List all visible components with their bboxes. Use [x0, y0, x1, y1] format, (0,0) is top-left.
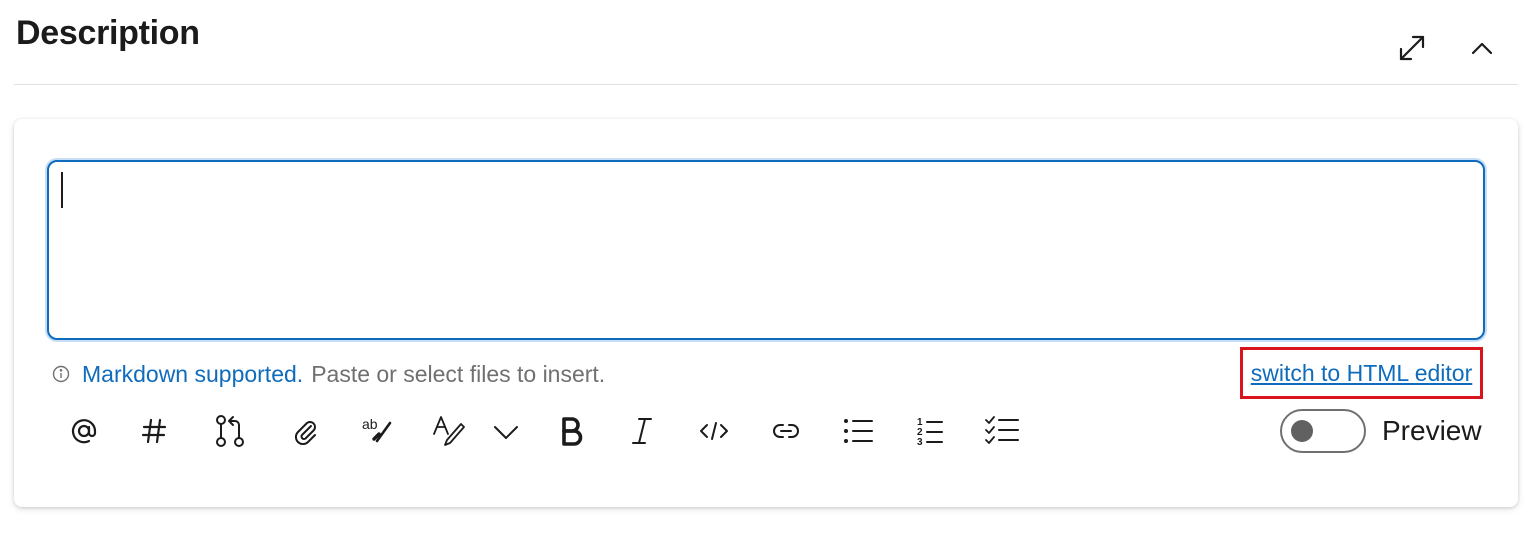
- text-format-button[interactable]: [428, 409, 472, 453]
- svg-text:3: 3: [917, 437, 923, 447]
- preview-control: Preview: [1280, 407, 1488, 455]
- code-icon: [700, 422, 728, 440]
- italic-icon: [632, 418, 652, 444]
- link-icon: [773, 424, 799, 438]
- bold-button[interactable]: [550, 409, 594, 453]
- spell-check-icon: ab: [362, 416, 392, 443]
- section-title: Description: [16, 14, 200, 52]
- preview-toggle[interactable]: [1280, 409, 1366, 453]
- numbered-list-icon: 1 2 3: [917, 417, 943, 447]
- spell-check-button[interactable]: ab: [356, 409, 400, 453]
- chevron-up-icon: [1471, 42, 1493, 55]
- description-header: Description: [0, 0, 1536, 86]
- at-icon: [71, 419, 97, 444]
- numbered-list-button[interactable]: 1 2 3: [908, 409, 952, 453]
- description-editor[interactable]: [47, 160, 1485, 340]
- mention-button[interactable]: [62, 409, 106, 453]
- attach-button[interactable]: [284, 409, 328, 453]
- bulleted-list-button[interactable]: [836, 409, 880, 453]
- markdown-supported-link[interactable]: Markdown supported.: [82, 361, 303, 388]
- checklist-icon: [985, 416, 1019, 444]
- work-item-button[interactable]: [132, 409, 176, 453]
- chevron-down-icon: [494, 426, 518, 439]
- text-format-icon: [433, 416, 465, 446]
- hint-text: Paste or select files to insert.: [311, 360, 606, 387]
- description-card: Markdown supported. Paste or select file…: [14, 119, 1518, 507]
- preview-label: Preview: [1382, 415, 1482, 446]
- pull-request-icon: [216, 415, 244, 447]
- info-icon: [52, 365, 70, 383]
- svg-text:ab: ab: [362, 416, 378, 432]
- switch-editor-highlight: switch to HTML editor: [1240, 347, 1483, 399]
- pull-request-button[interactable]: [208, 409, 252, 453]
- toggle-knob: [1291, 420, 1313, 442]
- link-button[interactable]: [764, 409, 808, 453]
- expand-diagonal-icon: [1399, 35, 1425, 61]
- paperclip-icon: [294, 421, 316, 445]
- header-divider: [14, 84, 1518, 85]
- code-button[interactable]: [692, 409, 736, 453]
- more-formatting-button[interactable]: [484, 409, 528, 453]
- editor-hint: Markdown supported. Paste or select file…: [52, 359, 605, 389]
- expand-button[interactable]: [1392, 28, 1432, 68]
- switch-to-html-editor-link[interactable]: switch to HTML editor: [1251, 360, 1473, 387]
- bold-icon: [562, 417, 583, 446]
- collapse-button[interactable]: [1462, 28, 1502, 68]
- checklist-button[interactable]: [980, 409, 1024, 453]
- text-caret: [61, 172, 63, 208]
- bulleted-list-icon: [844, 419, 873, 443]
- italic-button[interactable]: [620, 409, 664, 453]
- hash-icon: [141, 418, 167, 444]
